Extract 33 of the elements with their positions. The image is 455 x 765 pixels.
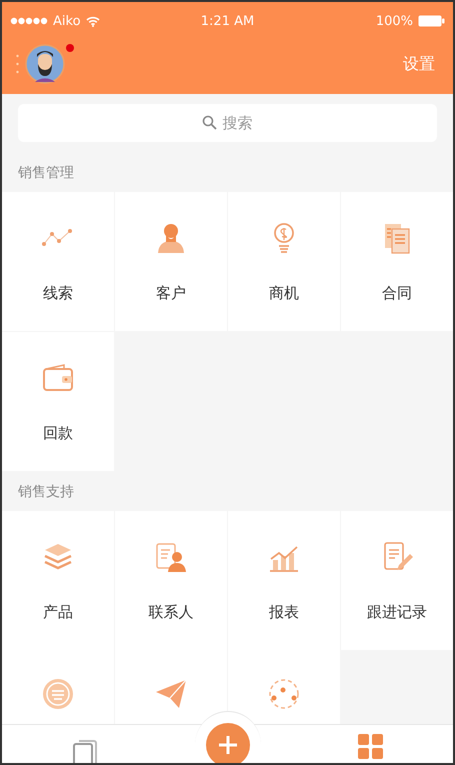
status-time: 1:21 AM [200,14,254,28]
module-label: 商机 [269,284,299,303]
module-label: 客户 [156,284,186,303]
add-button[interactable] [205,722,252,763]
module-tile[interactable]: 产品 [2,511,114,650]
module-tile[interactable]: 报表 [228,511,340,650]
carrier-name: Aiko [53,14,81,28]
module-label: 报表 [269,603,299,622]
module-label: 产品 [43,603,73,622]
module-label: 线索 [43,284,73,303]
module-tile[interactable]: 线索 [2,192,114,331]
grid-icon[interactable] [357,733,386,761]
battery-percent: 100% [376,14,413,28]
module-tile[interactable]: 回款 [2,332,114,471]
battery-icon [418,15,445,27]
wifi-icon [86,16,100,26]
section-title: 销售支持 [17,483,75,502]
module-tile[interactable]: 商机 [228,192,340,331]
section-title: 销售管理 [17,164,75,183]
drawer-dots-icon[interactable] [16,54,19,74]
module-tile[interactable]: 客户 [115,192,227,331]
signal-icon [10,17,48,25]
module-tile[interactable]: 联系人 [115,511,227,650]
module-tile[interactable]: 合同 [341,192,453,331]
module-label: 回款 [43,424,73,443]
search-icon [202,115,217,130]
module-tile[interactable]: 跟进记录 [341,511,453,650]
module-label: 联系人 [148,603,194,622]
module-label: 跟进记录 [367,603,427,622]
avatar-icon[interactable] [25,44,65,84]
search-field[interactable]: 搜索 [18,104,437,142]
chat-circle-icon [40,676,76,712]
module-label: 合同 [382,284,412,303]
